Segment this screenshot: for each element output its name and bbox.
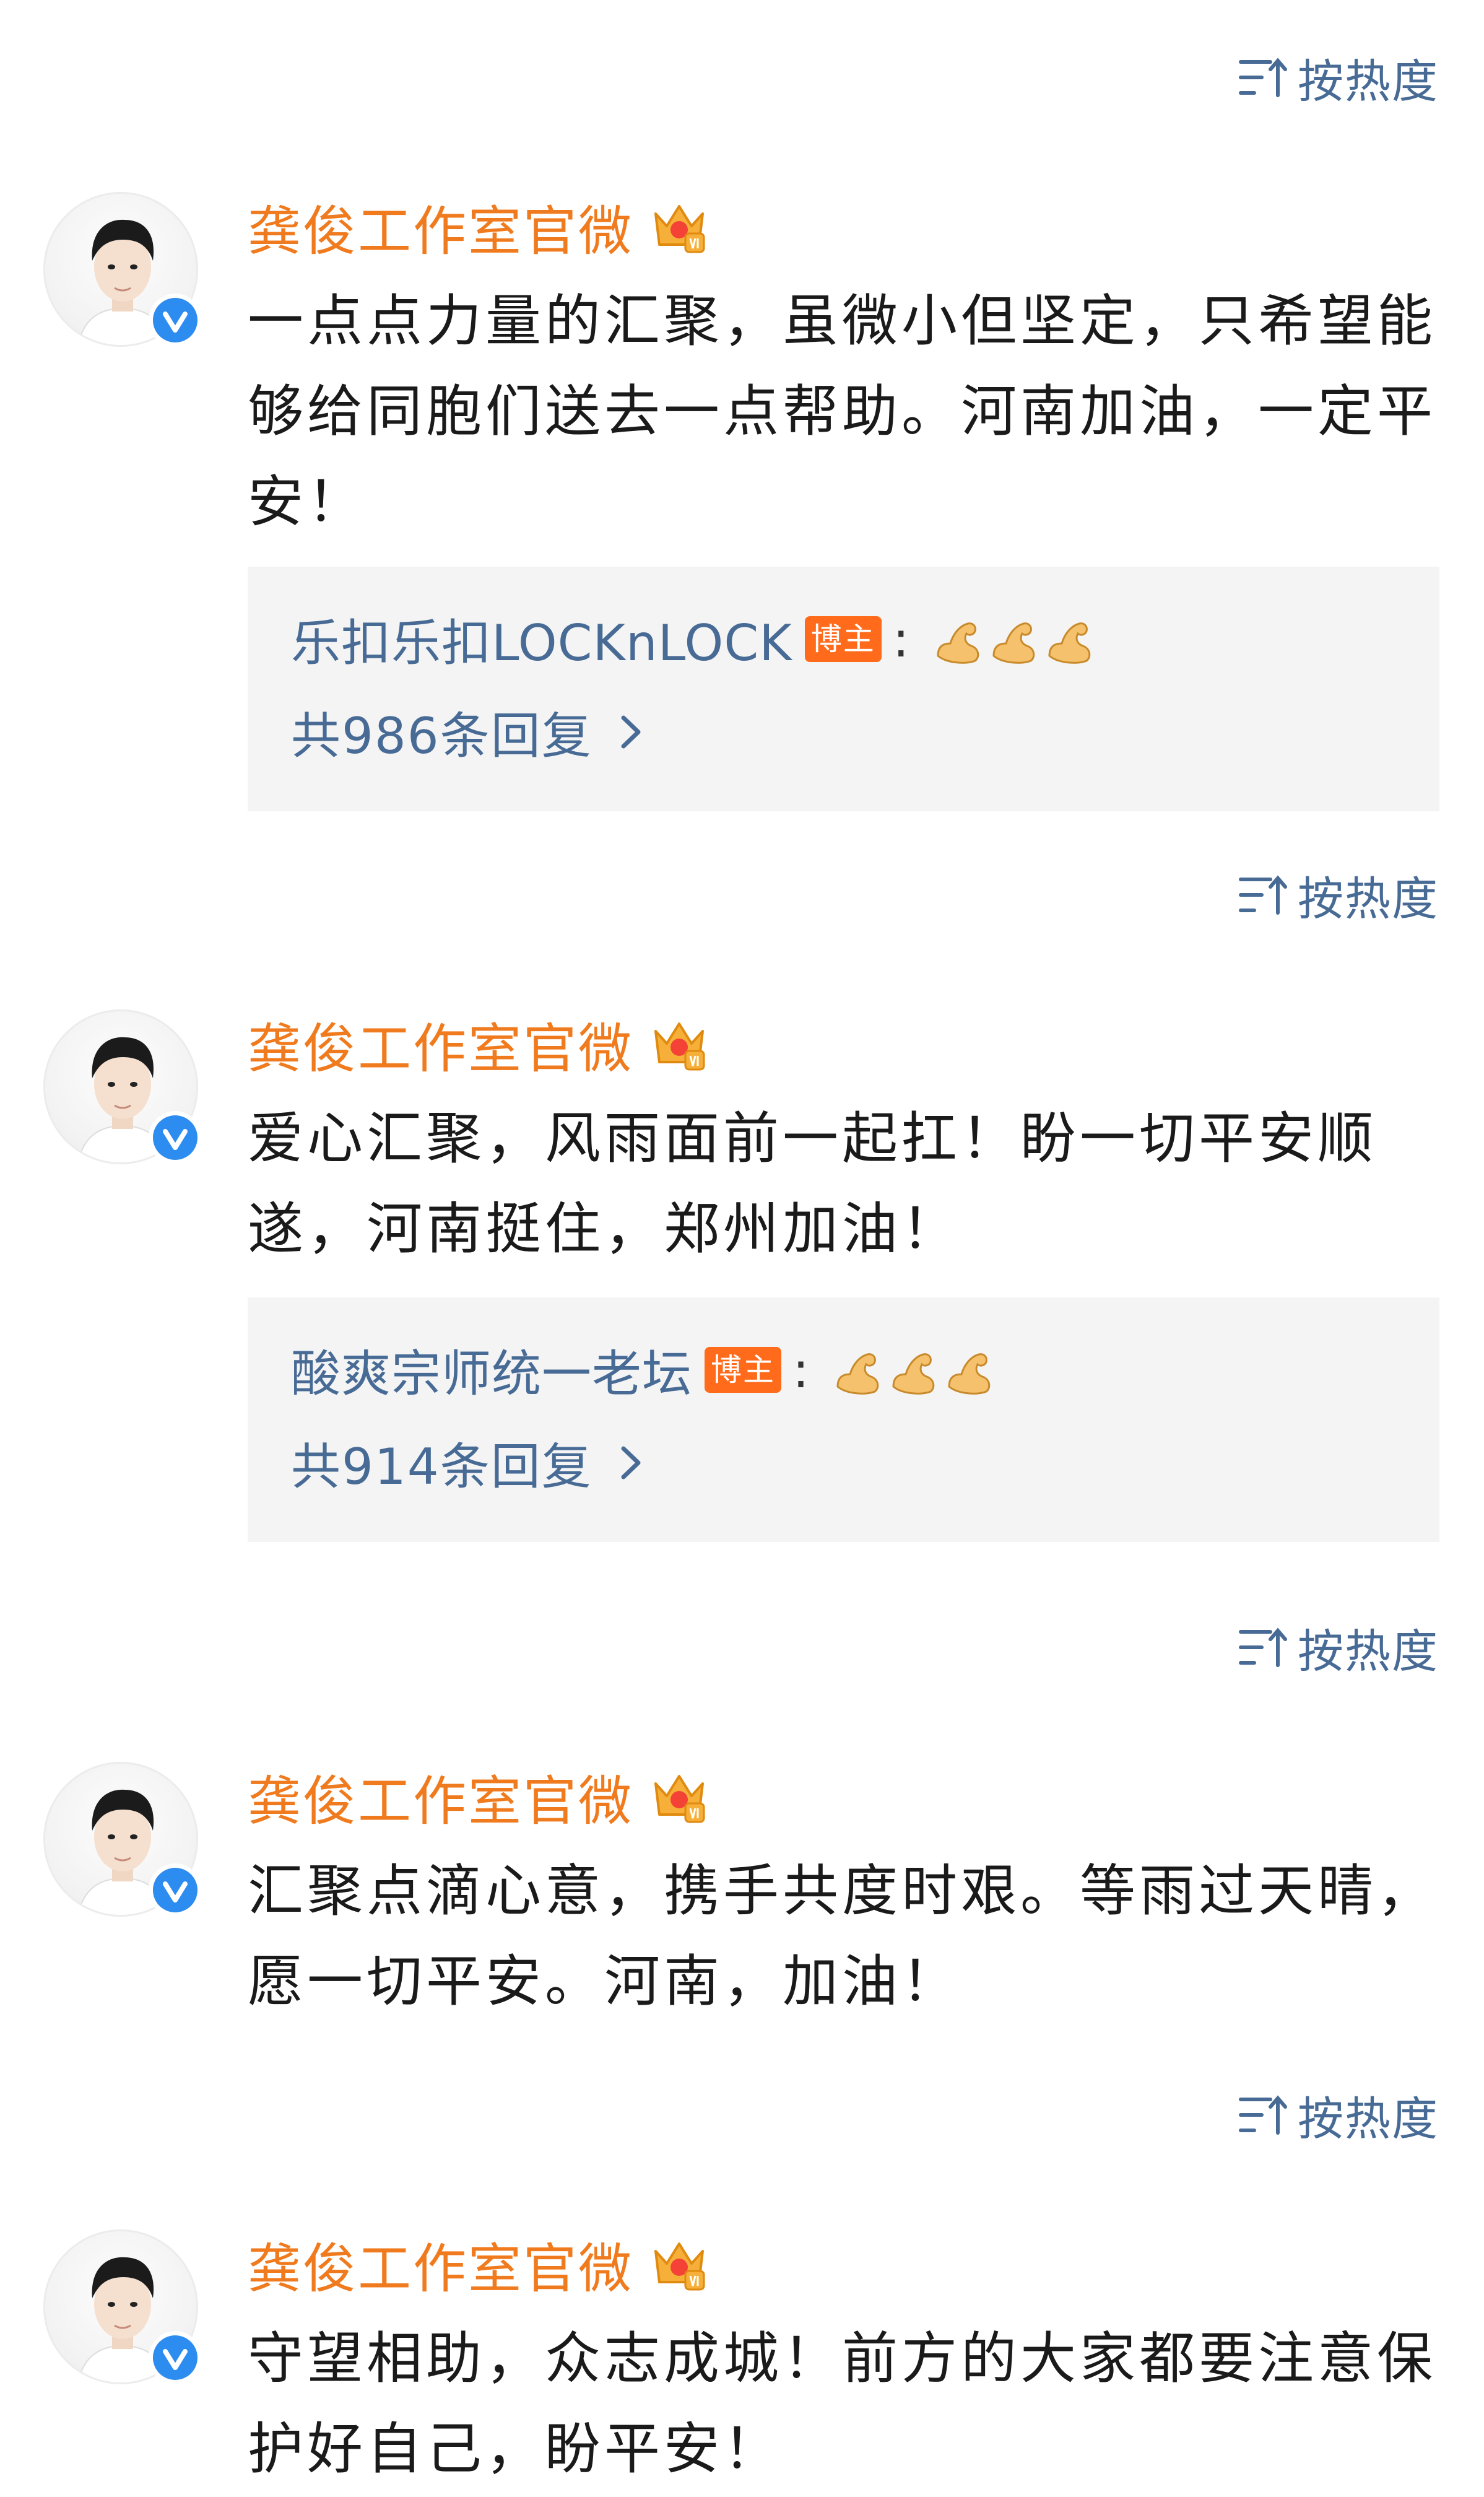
blogger-badge: 博主 <box>804 616 882 662</box>
author-name[interactable]: 龚俊工作室官微 <box>248 188 633 265</box>
sort-by-heat-button[interactable]: 按热度 <box>1238 45 1439 111</box>
emoji-row <box>932 612 1096 666</box>
vip-crown-icon[interactable] <box>648 1013 710 1074</box>
author-name[interactable]: 龚俊工作室官微 <box>248 1758 633 1835</box>
sort-bar: 按热度 <box>1238 1613 1439 1681</box>
reply-count: 共986条回复 <box>291 707 592 765</box>
sort-bar: 按热度 <box>1238 861 1439 929</box>
blogger-badge: 博主 <box>705 1347 781 1393</box>
sort-bar: 按热度 <box>1238 2081 1439 2149</box>
sort-icon <box>1239 875 1287 915</box>
author-row: 龚俊工作室官微 <box>248 1009 1439 1080</box>
sort-by-heat-button[interactable]: 按热度 <box>1238 1615 1439 1681</box>
reply-line: 乐扣乐扣LOCKnLOCK 博主 : <box>291 605 1096 673</box>
reply-count: 共914条回复 <box>291 1438 592 1496</box>
comment-content: 龚俊工作室官微 汇聚点滴心意，携手共度时艰。等雨过天晴，愿一切平安。河南，加油！ <box>248 1762 1439 2027</box>
verified-badge <box>149 1863 202 1917</box>
sort-label: 按热度 <box>1298 54 1439 108</box>
verified-v-icon <box>153 2335 197 2380</box>
avatar[interactable] <box>43 1762 202 1917</box>
reply-line: 酸爽宗师统一老坛 博主 : <box>291 1336 996 1404</box>
avatar[interactable] <box>43 2229 202 2384</box>
avatar[interactable] <box>43 192 202 347</box>
verified-badge <box>149 1111 202 1164</box>
sort-label: 按热度 <box>1298 872 1439 926</box>
flexed-biceps-emoji <box>836 1353 879 1395</box>
verified-badge <box>149 294 202 347</box>
author-row: 龚俊工作室官微 <box>248 192 1439 263</box>
sort-label: 按热度 <box>1298 2092 1439 2146</box>
verified-v-icon <box>153 298 197 342</box>
chevron-right-icon <box>621 715 641 749</box>
comment-text: 守望相助，众志成城！前方的大家都要注意保护好自己，盼平安！ <box>248 2326 1436 2482</box>
colon: : <box>792 1341 809 1399</box>
author-name[interactable]: 龚俊工作室官微 <box>248 1005 633 1083</box>
reply-user[interactable]: 酸爽宗师统一老坛 <box>291 1334 692 1406</box>
verified-v-icon <box>153 1868 197 1912</box>
comment-feed: 按热度 龚俊工作室官微 一点点力量的汇聚，虽微小但坚定，只希望能够给同胞们送去一… <box>0 0 1484 2497</box>
vip-crown-icon[interactable] <box>648 195 710 257</box>
comment-text: 汇聚点滴心意，携手共度时艰。等雨过天晴，愿一切平安。河南，加油！ <box>248 1859 1436 2014</box>
author-row: 龚俊工作室官微 <box>248 2229 1439 2300</box>
sort-by-heat-button[interactable]: 按热度 <box>1238 2082 1439 2148</box>
flexed-biceps-emoji <box>1048 622 1090 664</box>
sort-icon <box>1239 2095 1287 2135</box>
comment-content: 龚俊工作室官微 爱心汇聚，风雨面前一起扛！盼一切平安顺遂，河南挺住，郑州加油！ <box>248 1009 1439 1275</box>
flexed-biceps-emoji <box>892 1353 935 1395</box>
reply-preview[interactable]: 乐扣乐扣LOCKnLOCK 博主 : 共986条回复 <box>248 567 1439 811</box>
comment-text: 一点点力量的汇聚，虽微小但坚定，只希望能够给同胞们送去一点帮助。河南加油，一定平… <box>248 289 1436 534</box>
verified-badge <box>149 2331 202 2384</box>
emoji-row <box>831 1343 996 1397</box>
author-name[interactable]: 龚俊工作室官微 <box>248 2225 633 2303</box>
sort-label: 按热度 <box>1298 1624 1439 1678</box>
chevron-right-icon <box>621 1446 641 1479</box>
sort-bar: 按热度 <box>1238 43 1439 111</box>
flexed-biceps-emoji <box>948 1353 991 1395</box>
comment-content: 龚俊工作室官微 一点点力量的汇聚，虽微小但坚定，只希望能够给同胞们送去一点帮助。… <box>248 192 1439 547</box>
flexed-biceps-emoji <box>937 622 979 664</box>
avatar[interactable] <box>43 1009 202 1164</box>
verified-v-icon <box>153 1115 197 1160</box>
sort-icon <box>1239 1628 1287 1667</box>
flexed-biceps-emoji <box>992 622 1035 664</box>
vip-crown-icon[interactable] <box>648 2233 710 2294</box>
colon: : <box>892 610 909 668</box>
vip-crown-icon[interactable] <box>648 1765 710 1827</box>
comment-content: 龚俊工作室官微 守望相助，众志成城！前方的大家都要注意保护好自己，盼平安！ <box>248 2229 1439 2495</box>
sort-by-heat-button[interactable]: 按热度 <box>1238 862 1439 928</box>
comment-text: 爱心汇聚，风雨面前一起扛！盼一切平安顺遂，河南挺住，郑州加油！ <box>248 1106 1377 1262</box>
view-replies-link[interactable]: 共914条回复 <box>291 1429 649 1497</box>
sort-icon <box>1239 58 1287 97</box>
view-replies-link[interactable]: 共986条回复 <box>291 698 649 766</box>
reply-user[interactable]: 乐扣乐扣LOCKnLOCK <box>291 603 792 675</box>
author-row: 龚俊工作室官微 <box>248 1762 1439 1832</box>
reply-preview[interactable]: 酸爽宗师统一老坛 博主 : 共914条回复 <box>248 1297 1439 1542</box>
